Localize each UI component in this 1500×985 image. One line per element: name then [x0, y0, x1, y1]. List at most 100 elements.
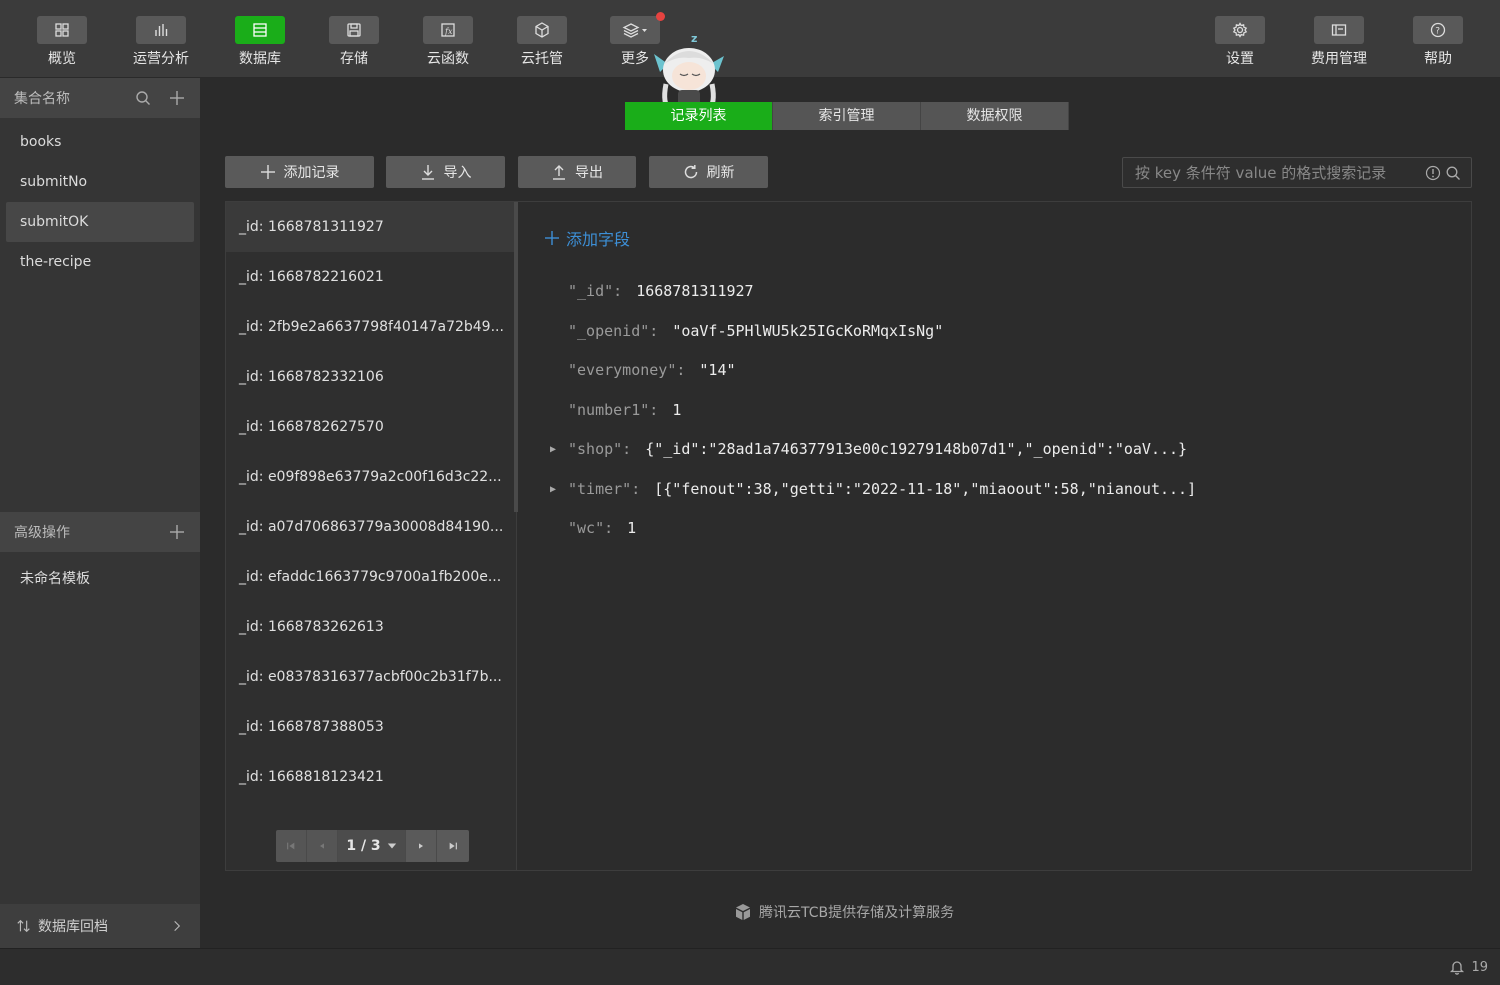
field-key: "timer": [568, 480, 641, 498]
toolbar-label: 帮助 [1424, 51, 1452, 67]
import-label: 导入 [443, 165, 472, 181]
first-page-button[interactable] [276, 830, 307, 862]
refresh-icon [684, 165, 697, 179]
page-indicator: 1 / 3 [346, 838, 381, 854]
add-collection-icon[interactable] [168, 89, 186, 107]
refresh-button[interactable]: 刷新 [649, 156, 768, 188]
expand-arrow-icon[interactable]: ▶ [550, 484, 556, 495]
record-item[interactable]: _id: a07d706863779a30008d84190... [226, 502, 516, 552]
upload-icon [553, 165, 565, 180]
record-item[interactable]: _id: 1668782332106 [226, 352, 516, 402]
import-button[interactable]: 导入 [386, 156, 505, 188]
list-scrollbar[interactable] [514, 202, 518, 512]
search-input[interactable] [1135, 163, 1421, 182]
view-tabs: 记录列表 索引管理 数据权限 [625, 102, 1069, 130]
overview-icon [37, 16, 87, 44]
toolbar-label: 云托管 [521, 51, 563, 67]
field-row[interactable]: "wc": 1 [568, 519, 636, 537]
sleep-mark: z [691, 34, 697, 45]
field-row[interactable]: "shop": {"_id":"28ad1a746377913e00c19279… [568, 440, 1187, 458]
rollback-button[interactable]: 数据库回档 [0, 904, 200, 948]
field-value: "14" [699, 361, 736, 379]
field-key: "_id": [568, 282, 623, 300]
field-value: [{"fenout":38,"getti":"2022-11-18","miao… [654, 480, 1197, 498]
svg-text:?: ? [1435, 27, 1440, 37]
toolbar-cloud-hosting[interactable]: 云托管 [507, 16, 577, 68]
record-item[interactable]: _id: 1668782627570 [226, 402, 516, 452]
refresh-label: 刷新 [706, 165, 735, 181]
chevron-down-icon [387, 843, 396, 849]
page-select[interactable]: 1 / 3 [338, 830, 406, 862]
field-value: 1668781311927 [636, 282, 754, 300]
storage-icon [329, 16, 379, 44]
collection-item[interactable]: submitNo [6, 162, 194, 202]
toolbar-cloud-function[interactable]: fx 云函数 [413, 16, 483, 68]
toolbar-help[interactable]: ? 帮助 [1403, 16, 1473, 68]
pagination: 1 / 3 [276, 830, 469, 862]
add-field-button[interactable]: 添加字段 [544, 226, 630, 250]
next-page-button[interactable] [406, 830, 437, 862]
record-list: _id: 1668781311927 _id: 1668782216021 _i… [226, 202, 518, 870]
toolbar-analytics[interactable]: 运营分析 [126, 16, 196, 68]
function-icon: fx [423, 16, 473, 44]
advanced-header: 高级操作 [0, 512, 200, 552]
export-label: 导出 [575, 165, 603, 181]
tcb-footer: 腾讯云TCB提供存储及计算服务 [733, 902, 954, 922]
record-item[interactable]: _id: 1668787388053 [226, 702, 516, 752]
toolbar-label: 运营分析 [133, 51, 189, 67]
search-icon[interactable] [1445, 165, 1461, 181]
record-item[interactable]: _id: 1668818123421 [226, 752, 516, 802]
toolbar-database[interactable]: 数据库 [225, 16, 295, 68]
field-row[interactable]: "number1": 1 [568, 401, 681, 419]
rollback-label: 数据库回档 [38, 919, 108, 935]
field-key: "number1": [568, 401, 659, 419]
collection-list: books submitNo submitOK the-recipe [0, 118, 200, 282]
record-item[interactable]: _id: efaddc1663779c9700a1fb200e... [226, 552, 516, 602]
top-toolbar: 概览 运营分析 数据库 存储 fx 云函数 云托管 更多 设置 费用管理 ? 帮… [0, 0, 1500, 78]
field-value: 1 [627, 519, 637, 537]
help-icon: ? [1413, 16, 1463, 44]
advanced-header-label: 高级操作 [14, 525, 70, 541]
prev-page-button[interactable] [307, 830, 338, 862]
collection-item[interactable]: books [6, 122, 194, 162]
record-item[interactable]: _id: 1668782216021 [226, 252, 516, 302]
field-row[interactable]: "timer": [{"fenout":38,"getti":"2022-11-… [568, 480, 1196, 498]
billing-icon [1314, 16, 1364, 44]
database-icon [235, 16, 285, 44]
field-key: "wc": [568, 519, 614, 537]
record-item[interactable]: _id: 1668781311927 [226, 202, 516, 252]
next-page-icon [419, 843, 423, 849]
info-icon[interactable] [1425, 165, 1441, 181]
template-item[interactable]: 未命名模板 [20, 568, 90, 588]
toolbar-label: 概览 [48, 51, 76, 67]
field-row[interactable]: "_openid": "oaVf-5PHlWU5k25IGcKoRMqxIsNg… [568, 322, 943, 340]
record-item[interactable]: _id: 1668783262613 [226, 602, 516, 652]
toolbar-settings[interactable]: 设置 [1205, 16, 1275, 68]
toolbar-label: 存储 [340, 51, 368, 67]
tab-permissions[interactable]: 数据权限 [921, 102, 1069, 130]
search-icon[interactable] [134, 89, 152, 107]
add-template-icon[interactable] [168, 523, 186, 541]
add-record-button[interactable]: 添加记录 [225, 156, 374, 188]
tab-indexes[interactable]: 索引管理 [773, 102, 921, 130]
expand-arrow-icon[interactable]: ▶ [550, 444, 556, 455]
notification-button[interactable]: 19 [1449, 959, 1488, 975]
record-item[interactable]: _id: 2fb9e2a6637798f40147a72b49... [226, 302, 516, 352]
export-button[interactable]: 导出 [518, 156, 636, 188]
collection-header: 集合名称 [0, 78, 200, 118]
field-row[interactable]: "_id": 1668781311927 [568, 282, 754, 300]
last-page-button[interactable] [437, 830, 469, 862]
record-search [1122, 157, 1472, 188]
field-row[interactable]: "everymoney": "14" [568, 361, 736, 379]
record-panel: _id: 1668781311927 _id: 1668782216021 _i… [225, 201, 1472, 871]
collection-item[interactable]: the-recipe [6, 242, 194, 282]
record-item[interactable]: _id: e09f898e63779a2c00f16d3c22... [226, 452, 516, 502]
tab-records[interactable]: 记录列表 [625, 102, 773, 130]
collection-header-label: 集合名称 [14, 91, 70, 107]
toolbar-storage[interactable]: 存储 [319, 16, 389, 68]
record-item[interactable]: _id: e08378316377acbf00c2b31f7b... [226, 652, 516, 702]
toolbar-overview[interactable]: 概览 [27, 16, 97, 68]
collection-item[interactable]: submitOK [6, 202, 194, 242]
toolbar-billing[interactable]: 费用管理 [1304, 16, 1374, 68]
first-page-icon [287, 842, 295, 850]
